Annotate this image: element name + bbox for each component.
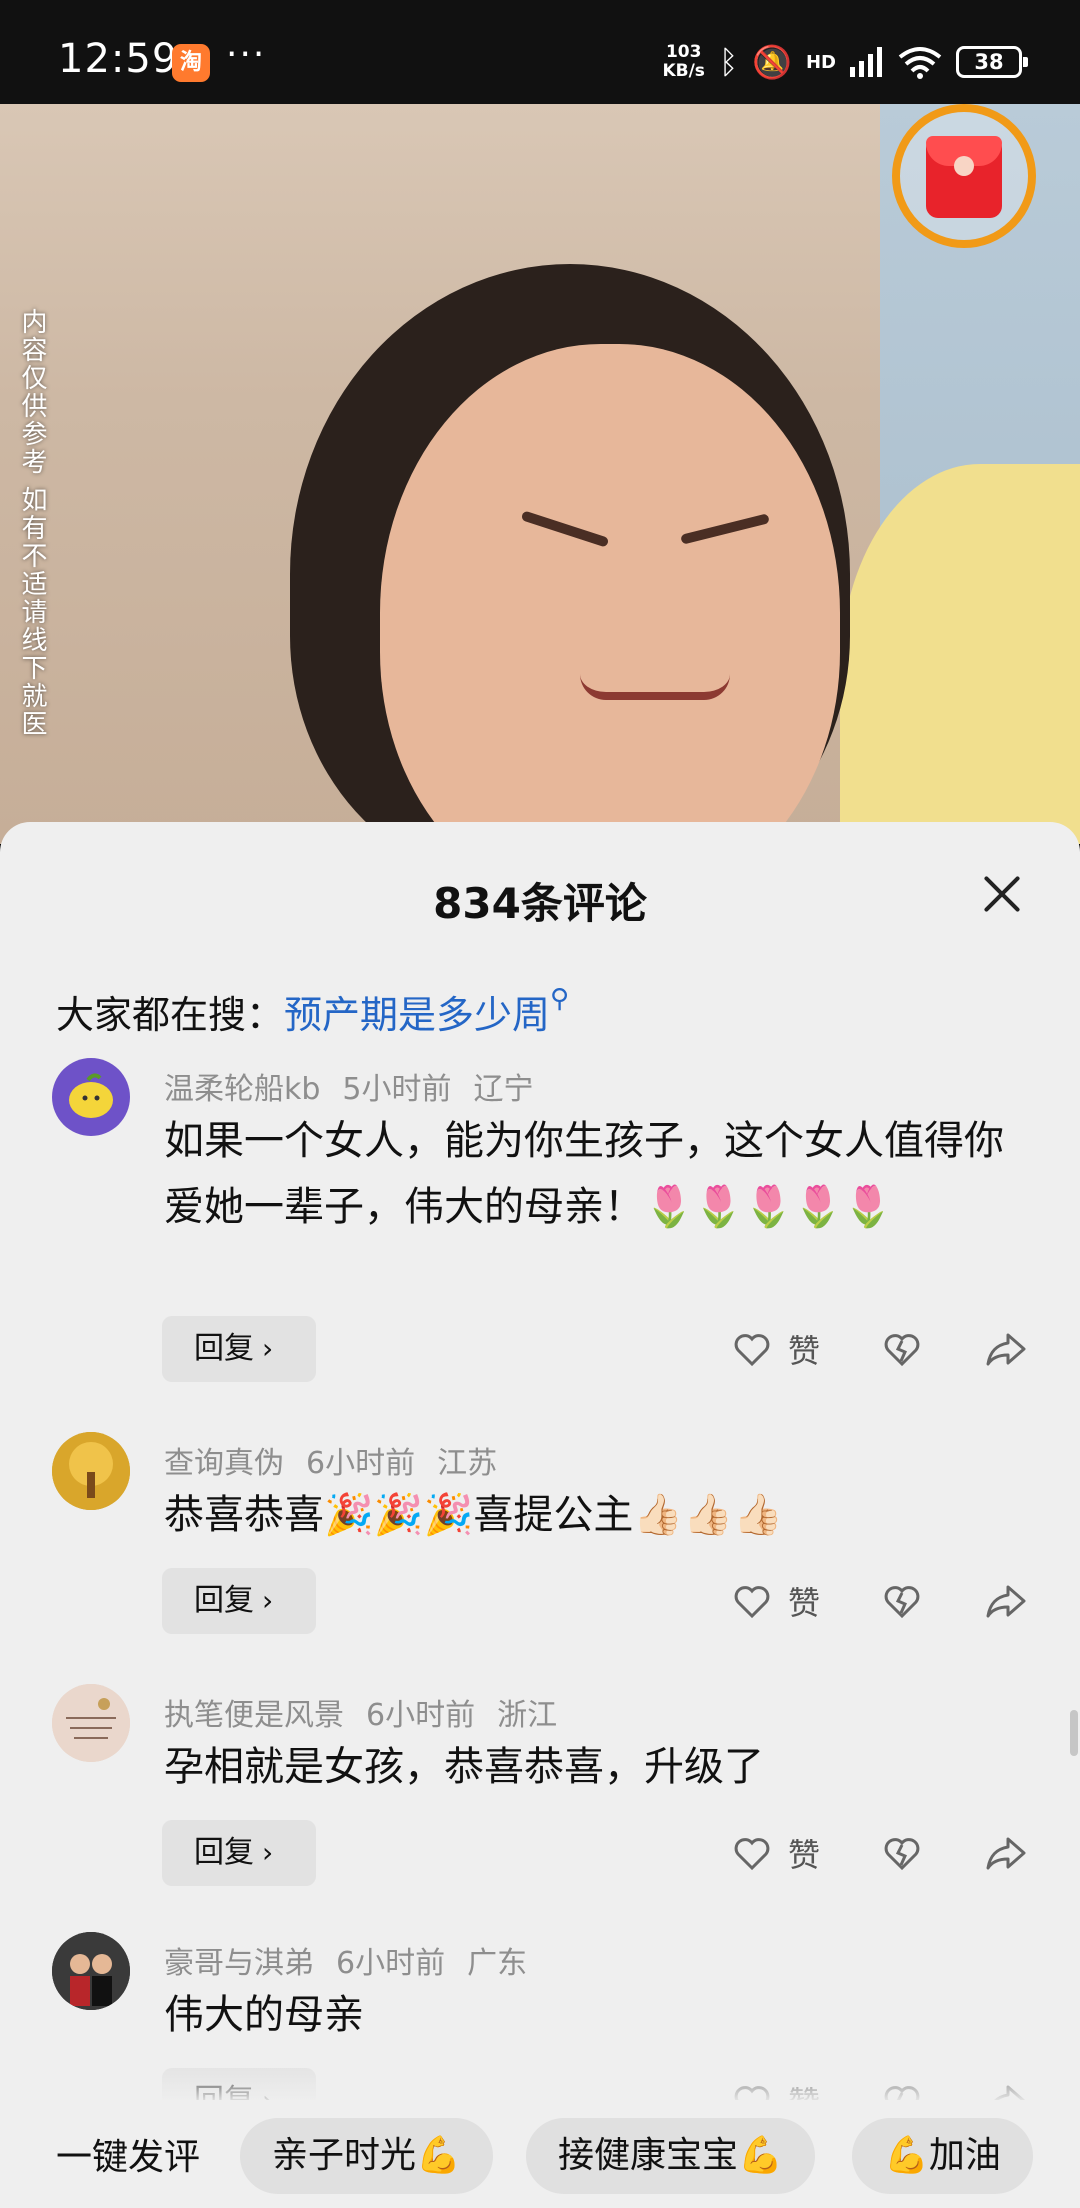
comment-meta: 执笔便是风景 6小时前 浙江 bbox=[164, 1690, 579, 1734]
lemon-avatar-image bbox=[69, 1073, 113, 1118]
network-speed: 103 KB/s bbox=[662, 43, 704, 81]
golden-tree-avatar-image bbox=[52, 1432, 130, 1510]
comments-scrollbar[interactable] bbox=[1070, 1710, 1078, 1756]
network-speed-value: 103 bbox=[665, 42, 702, 62]
trending-query-link[interactable]: 预产期是多少周 bbox=[284, 993, 550, 1037]
reply-button[interactable]: 回复› bbox=[162, 1316, 316, 1382]
like-label: 赞 bbox=[787, 1836, 820, 1874]
network-speed-unit: KB/s bbox=[662, 61, 705, 81]
more-notifications-icon: ··· bbox=[226, 34, 267, 75]
wifi-icon bbox=[898, 47, 942, 79]
battery-indicator: 38 bbox=[956, 46, 1028, 78]
bluetooth-icon: ᛒ bbox=[718, 43, 739, 81]
reply-button[interactable]: 回复› bbox=[162, 1568, 316, 1634]
reply-label: 回复 bbox=[194, 1583, 254, 1618]
comment-time: 6小时前 bbox=[366, 1698, 476, 1733]
comment-actions: 赞 bbox=[732, 1316, 1028, 1382]
comment-username[interactable]: 温柔轮船kb bbox=[164, 1072, 320, 1107]
video-plush-toy bbox=[840, 464, 1080, 844]
dislike-broken-heart-icon[interactable] bbox=[882, 1581, 922, 1621]
comment-text: 恭喜恭喜🎉🎉🎉喜提公主👍🏻👍🏻👍🏻 bbox=[164, 1492, 783, 1538]
quick-comment-chip[interactable]: 💪加油 bbox=[852, 2118, 1033, 2194]
reply-label: 回复 bbox=[194, 1331, 254, 1366]
avatar[interactable] bbox=[52, 1432, 130, 1510]
kids-photo-avatar-image bbox=[52, 1932, 130, 2010]
like-button[interactable]: 赞 bbox=[732, 1326, 820, 1372]
comment-username[interactable]: 执笔便是风景 bbox=[164, 1698, 344, 1733]
search-icon: ⚲ bbox=[550, 984, 570, 1014]
chevron-right-icon: › bbox=[262, 1836, 274, 1869]
heart-icon bbox=[734, 1586, 770, 1619]
comment-meta: 豪哥与淇弟 6小时前 广东 bbox=[164, 1938, 549, 1982]
avatar[interactable] bbox=[52, 1058, 130, 1136]
video-face bbox=[380, 344, 840, 844]
handwriting-avatar-image bbox=[52, 1684, 130, 1762]
comment-text: 如果一个女人，能为你生孩子，这个女人值得你爱她一辈子，伟大的母亲！🌷🌷🌷🌷🌷 bbox=[164, 1118, 1004, 1230]
comment-actions: 赞 bbox=[732, 1568, 1028, 1634]
dislike-broken-heart-icon[interactable] bbox=[882, 1329, 922, 1369]
comment-meta: 查询真伪 6小时前 江苏 bbox=[164, 1438, 519, 1482]
signal-hd-label: HD bbox=[805, 51, 836, 73]
comment-text: 孕相就是女孩，恭喜恭喜，升级了 bbox=[164, 1744, 764, 1790]
avatar[interactable] bbox=[52, 1684, 130, 1762]
status-right-group: 103 KB/s ᛒ 🔕 HD 38 bbox=[662, 40, 1028, 84]
quick-comment-chip[interactable]: 亲子时光💪 bbox=[240, 2118, 493, 2194]
red-envelope-button[interactable] bbox=[892, 104, 1036, 248]
taobao-icon: 淘 bbox=[172, 44, 210, 82]
comment-username[interactable]: 查询真伪 bbox=[164, 1446, 284, 1481]
disclaimer-vertical-text: 内容仅供参考 如有不适请线下就医 bbox=[17, 308, 47, 739]
list-fade-overlay bbox=[0, 2060, 1080, 2104]
like-button[interactable]: 赞 bbox=[732, 1830, 820, 1876]
heart-icon bbox=[734, 1838, 770, 1871]
comments-sheet: 834条评论 大家都在搜：预产期是多少周⚲ 温柔轮船kb 5小时前 辽宁 如果一个女… bbox=[0, 822, 1080, 2208]
trending-search[interactable]: 大家都在搜：预产期是多少周⚲ bbox=[56, 984, 569, 1039]
comment-location: 广东 bbox=[467, 1946, 528, 1981]
comment-time: 6小时前 bbox=[336, 1946, 446, 1981]
dislike-broken-heart-icon[interactable] bbox=[882, 1833, 922, 1873]
comment-meta: 温柔轮船kb 5小时前 辽宁 bbox=[164, 1064, 556, 1108]
like-button[interactable]: 赞 bbox=[732, 1578, 820, 1624]
like-label: 赞 bbox=[787, 1332, 820, 1370]
cell-signal-icon bbox=[850, 47, 882, 77]
quick-comment-chip[interactable]: 接健康宝宝💪 bbox=[526, 2118, 815, 2194]
avatar[interactable] bbox=[52, 1932, 130, 2010]
comment-location: 辽宁 bbox=[473, 1072, 534, 1107]
red-envelope-icon bbox=[926, 136, 1002, 218]
reply-label: 回复 bbox=[194, 1835, 254, 1870]
comment-username[interactable]: 豪哥与淇弟 bbox=[164, 1946, 314, 1981]
comment-actions: 赞 bbox=[732, 1820, 1028, 1886]
comment-location: 浙江 bbox=[497, 1698, 558, 1733]
comment-text: 伟大的母亲 bbox=[164, 1992, 364, 2038]
close-icon[interactable] bbox=[980, 872, 1024, 916]
comments-count-title: 834条评论 bbox=[433, 879, 647, 928]
share-icon[interactable] bbox=[984, 1581, 1028, 1621]
chevron-right-icon: › bbox=[262, 1584, 274, 1617]
status-time: 12:59 bbox=[58, 36, 179, 82]
reply-button[interactable]: 回复› bbox=[162, 1820, 316, 1886]
heart-icon bbox=[734, 1334, 770, 1367]
quick-comment-bar: 一键发评 亲子时光💪 接健康宝宝💪 💪加油 bbox=[0, 2100, 1080, 2208]
chevron-right-icon: › bbox=[262, 1332, 274, 1365]
comment-location: 江苏 bbox=[437, 1446, 498, 1481]
share-icon[interactable] bbox=[984, 1833, 1028, 1873]
like-label: 赞 bbox=[787, 1584, 820, 1622]
mute-bell-icon: 🔕 bbox=[752, 43, 792, 81]
quick-comment-label: 一键发评 bbox=[56, 2137, 201, 2178]
comment-time: 5小时前 bbox=[342, 1072, 452, 1107]
trending-prefix: 大家都在搜： bbox=[56, 993, 285, 1037]
status-bar: 12:59 淘 ··· 103 KB/s ᛒ 🔕 HD 38 bbox=[0, 0, 1080, 104]
comment-time: 6小时前 bbox=[306, 1446, 416, 1481]
video-mouth bbox=[580, 674, 730, 700]
share-icon[interactable] bbox=[984, 1329, 1028, 1369]
